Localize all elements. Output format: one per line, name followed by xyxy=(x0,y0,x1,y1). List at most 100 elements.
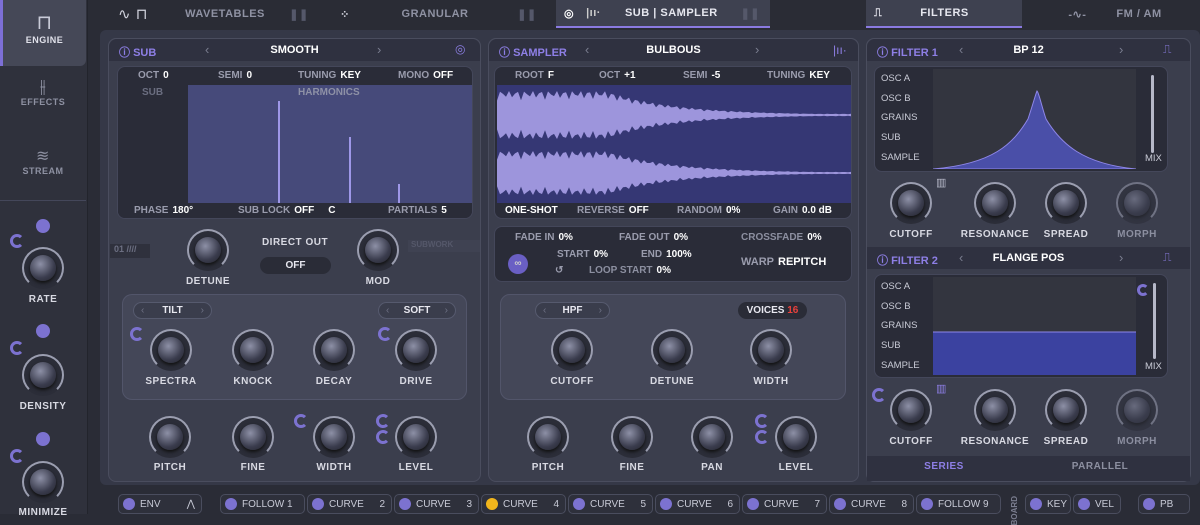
source-osc-a[interactable]: OSC A xyxy=(881,73,910,84)
harmonics-graph[interactable] xyxy=(188,85,472,203)
filter1-morph-knob[interactable] xyxy=(1116,182,1158,224)
filter2-resonance-knob[interactable] xyxy=(974,389,1016,431)
oct-value[interactable]: 0 xyxy=(163,70,169,81)
fine-knob[interactable] xyxy=(232,416,274,458)
filter1-display[interactable]: OSC A OSC B GRAINS SUB SAMPLE MIX xyxy=(874,66,1168,172)
reverse-value[interactable]: OFF xyxy=(629,205,649,216)
mod-indicator[interactable] xyxy=(376,430,390,444)
tab-granular[interactable]: GRANULAR xyxy=(370,0,500,28)
drag-icon[interactable] xyxy=(1078,498,1090,510)
filter-shape-icon[interactable]: ⎍ xyxy=(1163,42,1171,57)
level-knob[interactable] xyxy=(395,416,437,458)
width-knob[interactable] xyxy=(313,416,355,458)
mod-pb[interactable]: PB xyxy=(1138,494,1190,514)
filter1-resonance-knob[interactable] xyxy=(974,182,1016,224)
macro-mod-indicator[interactable] xyxy=(10,449,24,463)
sub-preset-name[interactable]: SMOOTH xyxy=(270,44,318,56)
sampler-width-knob[interactable] xyxy=(750,329,792,371)
sidebar-item-effects[interactable]: ⫲ EFFECTS xyxy=(0,76,86,126)
sampler-pan-knob[interactable] xyxy=(691,416,733,458)
drag-handle-icon[interactable]: ❚❚ xyxy=(517,0,536,28)
oneshot-toggle[interactable]: ONE-SHOT xyxy=(505,205,558,216)
tab-filters[interactable]: ⎍ FILTERS xyxy=(866,0,1022,28)
decay-knob[interactable] xyxy=(313,329,355,371)
end-value[interactable]: 100% xyxy=(666,249,692,260)
random-value[interactable]: 0% xyxy=(726,205,740,216)
spectra-knob[interactable] xyxy=(150,329,192,371)
phase-value[interactable]: 180° xyxy=(172,205,193,216)
keyboard-track-icon[interactable]: ▥ xyxy=(936,176,946,189)
sampler-preset-name[interactable]: BULBOUS xyxy=(646,44,700,56)
filter1-cutoff-knob[interactable] xyxy=(890,182,932,224)
drag-icon[interactable] xyxy=(486,498,498,510)
drag-handle-icon[interactable]: ❚❚ xyxy=(289,0,308,28)
filter2-spread-knob[interactable] xyxy=(1045,389,1087,431)
mod-key[interactable]: KEY xyxy=(1025,494,1071,514)
mod-indicator[interactable] xyxy=(755,414,769,428)
mod-indicator[interactable] xyxy=(378,327,392,341)
mod-indicator[interactable] xyxy=(1137,284,1149,296)
sampler-pitch-knob[interactable] xyxy=(527,416,569,458)
semi-value[interactable]: -5 xyxy=(711,70,720,81)
detune-knob[interactable] xyxy=(187,229,229,271)
sub-title[interactable]: ⓘ SUB xyxy=(119,44,156,60)
sidebar-item-engine[interactable]: ⊓ ENGINE xyxy=(0,0,86,66)
tuning-value[interactable]: KEY xyxy=(340,70,361,81)
source-grains[interactable]: GRAINS xyxy=(881,320,917,331)
keyboard-track-icon[interactable]: ▥ xyxy=(936,382,946,395)
mod-source-4[interactable]: CURVE 4 xyxy=(481,494,566,514)
macro-link-icon[interactable] xyxy=(36,219,50,233)
oct-value[interactable]: +1 xyxy=(624,70,635,81)
drag-icon[interactable] xyxy=(399,498,411,510)
source-sample[interactable]: SAMPLE xyxy=(881,360,920,371)
sampler-title[interactable]: ⓘ SAMPLER xyxy=(499,44,567,60)
macro-link-icon[interactable] xyxy=(36,432,50,446)
mod-indicator[interactable] xyxy=(755,430,769,444)
mod-indicator[interactable] xyxy=(294,414,308,428)
target-icon[interactable]: ◎ xyxy=(455,42,465,56)
drag-icon[interactable] xyxy=(747,498,759,510)
harmonic-bar[interactable] xyxy=(349,137,351,203)
mod-indicator[interactable] xyxy=(376,414,390,428)
drag-icon[interactable] xyxy=(123,498,135,510)
loopstart-value[interactable]: 0% xyxy=(657,265,671,276)
source-osc-b[interactable]: OSC B xyxy=(881,301,911,312)
rate-knob[interactable] xyxy=(22,247,64,289)
macro-mod-indicator[interactable] xyxy=(10,234,24,248)
prev-filter-button[interactable]: ‹ xyxy=(959,250,963,265)
harmonics-display[interactable]: OCT 0 SEMI 0 TUNING KEY MONO OFF SUB HARMONI… xyxy=(117,66,473,219)
mod-source-1[interactable]: FOLLOW 1 xyxy=(220,494,305,514)
drag-handle-icon[interactable]: ❚❚ xyxy=(741,7,760,20)
drag-icon[interactable] xyxy=(225,498,237,510)
mod-source-9[interactable]: FOLLOW 9 xyxy=(916,494,1001,514)
next-preset-button[interactable]: › xyxy=(377,42,381,57)
sampler-cutoff-knob[interactable] xyxy=(551,329,593,371)
root-value[interactable]: F xyxy=(548,70,554,81)
fadein-value[interactable]: 0% xyxy=(558,232,572,243)
pitch-knob[interactable] xyxy=(149,416,191,458)
filter1-type[interactable]: BP 12 xyxy=(1013,44,1043,56)
drive-knob[interactable] xyxy=(395,329,437,371)
mod-source-0[interactable]: ENV ⋀ xyxy=(118,494,202,514)
prev-sample-button[interactable]: ‹ xyxy=(585,42,589,57)
sampler-fine-knob[interactable] xyxy=(611,416,653,458)
waveform-icon[interactable]: |ıı· xyxy=(833,43,847,57)
harmonic-bar[interactable] xyxy=(278,101,280,203)
next-sample-button[interactable]: › xyxy=(755,42,759,57)
drag-icon[interactable] xyxy=(921,498,933,510)
sine-square-icon[interactable]: ∿ ⊓ xyxy=(108,0,158,28)
drag-icon[interactable] xyxy=(1143,498,1155,510)
mod-source-2[interactable]: CURVE 2 xyxy=(307,494,392,514)
source-grains[interactable]: GRAINS xyxy=(881,112,917,123)
voices-value[interactable]: 16 xyxy=(787,305,798,316)
sidebar-item-stream[interactable]: ≋ STREAM xyxy=(0,146,86,196)
drag-icon[interactable] xyxy=(834,498,846,510)
source-sub[interactable]: SUB xyxy=(881,132,901,143)
tilt-selector[interactable]: ‹ TILT › xyxy=(133,302,212,319)
macro-link-icon[interactable] xyxy=(36,324,50,338)
drag-icon[interactable] xyxy=(660,498,672,510)
mod-vel[interactable]: VEL xyxy=(1073,494,1121,514)
prev-preset-button[interactable]: ‹ xyxy=(205,42,209,57)
filter-shape-icon[interactable]: ⎍ xyxy=(1163,250,1171,265)
mod-knob[interactable] xyxy=(357,229,399,271)
